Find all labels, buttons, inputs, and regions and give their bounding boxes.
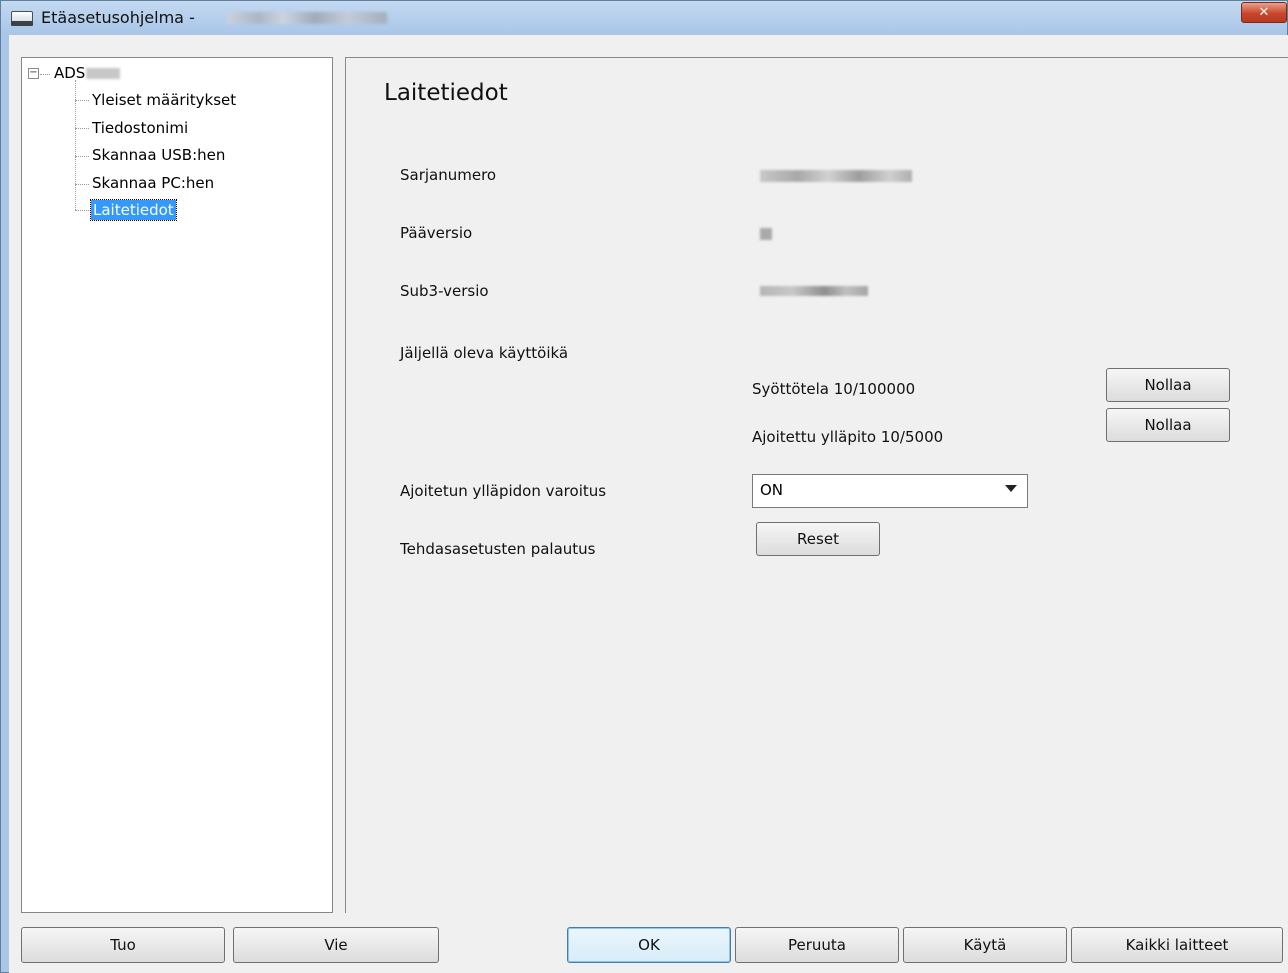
remaining-life-label: Jäljellä oleva käyttöikä: [400, 344, 569, 362]
chevron-down-icon: [1005, 485, 1017, 492]
maintenance-warning-value: ON: [760, 481, 784, 499]
close-icon: ✕: [1258, 5, 1270, 20]
factory-reset-button[interactable]: Reset: [756, 522, 880, 556]
maintenance-warning-select[interactable]: ON: [752, 474, 1028, 508]
remote-setup-window: Etäasetusohjelma - ✕ − ADS Yleiset määri…: [0, 0, 1288, 973]
collapse-icon[interactable]: −: [28, 68, 39, 79]
main-version-label: Pääversio: [400, 224, 473, 242]
redacted-device-name: [227, 12, 387, 24]
sub3-version-value: [760, 286, 868, 296]
title-bar[interactable]: Etäasetusohjelma - ✕: [1, 1, 1287, 35]
reset-feed-roller-button[interactable]: Nollaa: [1106, 368, 1230, 402]
tree-item-scan-to-pc[interactable]: Skannaa PC:hen: [92, 173, 214, 193]
factory-reset-label: Tehdasasetusten palautus: [400, 540, 596, 558]
maintenance-warning-label: Ajoitetun ylläpidon varoitus: [400, 482, 607, 500]
navigation-tree[interactable]: − ADS Yleiset määritykset Tiedostonimi S…: [21, 57, 333, 913]
page-title: Laitetiedot: [384, 80, 508, 106]
tree-item-device-info[interactable]: Laitetiedot: [90, 199, 177, 221]
printer-app-icon: [11, 9, 33, 27]
scheduled-maintenance-counter: Ajoitettu ylläpito 10/5000: [752, 428, 944, 446]
feed-roller-counter: Syöttötela 10/100000: [752, 380, 916, 398]
tree-item-scan-to-usb[interactable]: Skannaa USB:hen: [92, 145, 225, 165]
reset-scheduled-maintenance-button[interactable]: Nollaa: [1106, 408, 1230, 442]
import-button[interactable]: Tuo: [21, 927, 225, 963]
device-info-panel: Laitetiedot Sarjanumero Pääversio Sub3-v…: [345, 57, 1288, 913]
redacted-model: [86, 68, 120, 79]
tree-item-general-settings[interactable]: Yleiset määritykset: [92, 90, 236, 110]
cancel-button[interactable]: Peruuta: [735, 927, 899, 963]
ok-button[interactable]: OK: [567, 927, 731, 963]
serial-number-value: [760, 170, 912, 182]
apply-button[interactable]: Käytä: [903, 927, 1067, 963]
all-devices-button[interactable]: Kaikki laitteet: [1071, 927, 1283, 963]
tree-item-file-name[interactable]: Tiedostonimi: [92, 118, 188, 138]
window-title: Etäasetusohjelma -: [41, 8, 195, 27]
tree-root-ads[interactable]: ADS: [54, 63, 85, 83]
main-version-value: [760, 228, 772, 240]
serial-number-label: Sarjanumero: [400, 166, 497, 184]
client-area: − ADS Yleiset määritykset Tiedostonimi S…: [9, 35, 1288, 973]
sub3-version-label: Sub3-versio: [400, 282, 489, 300]
close-button[interactable]: ✕: [1241, 2, 1287, 23]
export-button[interactable]: Vie: [233, 927, 439, 963]
